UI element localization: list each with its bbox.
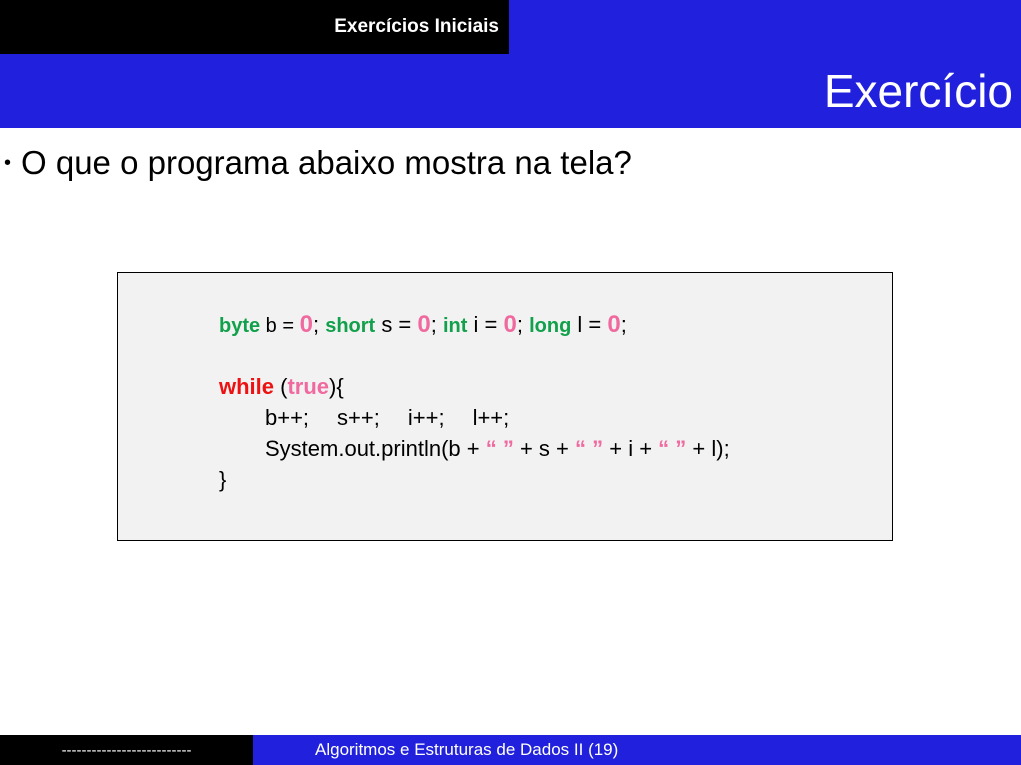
bullet-icon: • (4, 151, 12, 174)
code-block: byte b = 0; short s = 0; int i = 0; long… (117, 272, 893, 541)
title-band: Exercício (0, 54, 1021, 128)
code-line-2: while (true){ (219, 371, 730, 402)
string-literal: “ ” (485, 436, 514, 461)
string-literal: “ ” (575, 436, 604, 461)
code-text: i = (467, 312, 504, 337)
keyword-int: int (442, 315, 468, 337)
code-text: ( (274, 374, 288, 399)
code-listing: byte b = 0; short s = 0; int i = 0; long… (219, 309, 730, 495)
code-line-4: System.out.println(b + “ ” + s + “ ” + i… (219, 433, 730, 464)
footer-left-text: -------------------------- (61, 741, 192, 759)
code-text: ; (312, 312, 326, 337)
section-title: Exercícios Iniciais (334, 16, 499, 37)
bullet-item: • O que o programa abaixo mostra na tela… (4, 144, 632, 182)
string-literal: “ ” (658, 436, 687, 461)
code-text: i++; (407, 405, 445, 430)
number-literal: 0 (299, 311, 313, 338)
code-line-5: } (219, 464, 730, 495)
slide-title: Exercício (823, 65, 1013, 117)
keyword-long: long (529, 315, 572, 337)
code-text: b++; (265, 405, 310, 430)
section-header: Exercícios Iniciais (0, 0, 509, 54)
code-text: s++; (337, 405, 380, 430)
code-line-3: b++; s++; i++; l++; (219, 402, 730, 433)
number-literal: 0 (503, 311, 517, 338)
header-band-right (509, 0, 1021, 54)
footer-right: Algoritmos e Estruturas de Dados II (19) (253, 735, 1021, 765)
code-text: b = (260, 315, 300, 337)
code-text: ; (430, 312, 443, 337)
keyword-true: true (287, 374, 330, 399)
code-text: s = (375, 312, 418, 337)
number-literal: 0 (607, 311, 621, 338)
code-text: + s + (513, 436, 575, 461)
code-text: ; (620, 312, 627, 337)
code-text: + l); (686, 436, 730, 461)
code-text: l++; (472, 405, 510, 430)
code-text: + i + (603, 436, 659, 461)
code-text: ; (516, 312, 530, 337)
footer-left: -------------------------- (0, 735, 253, 765)
keyword-byte: byte (219, 315, 261, 337)
bullet-text: O que o programa abaixo mostra na tela? (21, 144, 632, 181)
footer-course-title: Algoritmos e Estruturas de Dados II (19) (315, 740, 619, 759)
number-literal: 0 (417, 311, 431, 338)
keyword-short: short (325, 315, 376, 337)
code-text: ){ (329, 374, 344, 399)
code-text: l = (571, 312, 608, 337)
code-text: System.out.println(b + (265, 436, 486, 461)
keyword-while: while (219, 374, 275, 399)
code-text: } (219, 467, 227, 492)
code-line-1: byte b = 0; short s = 0; int i = 0; long… (219, 309, 730, 340)
